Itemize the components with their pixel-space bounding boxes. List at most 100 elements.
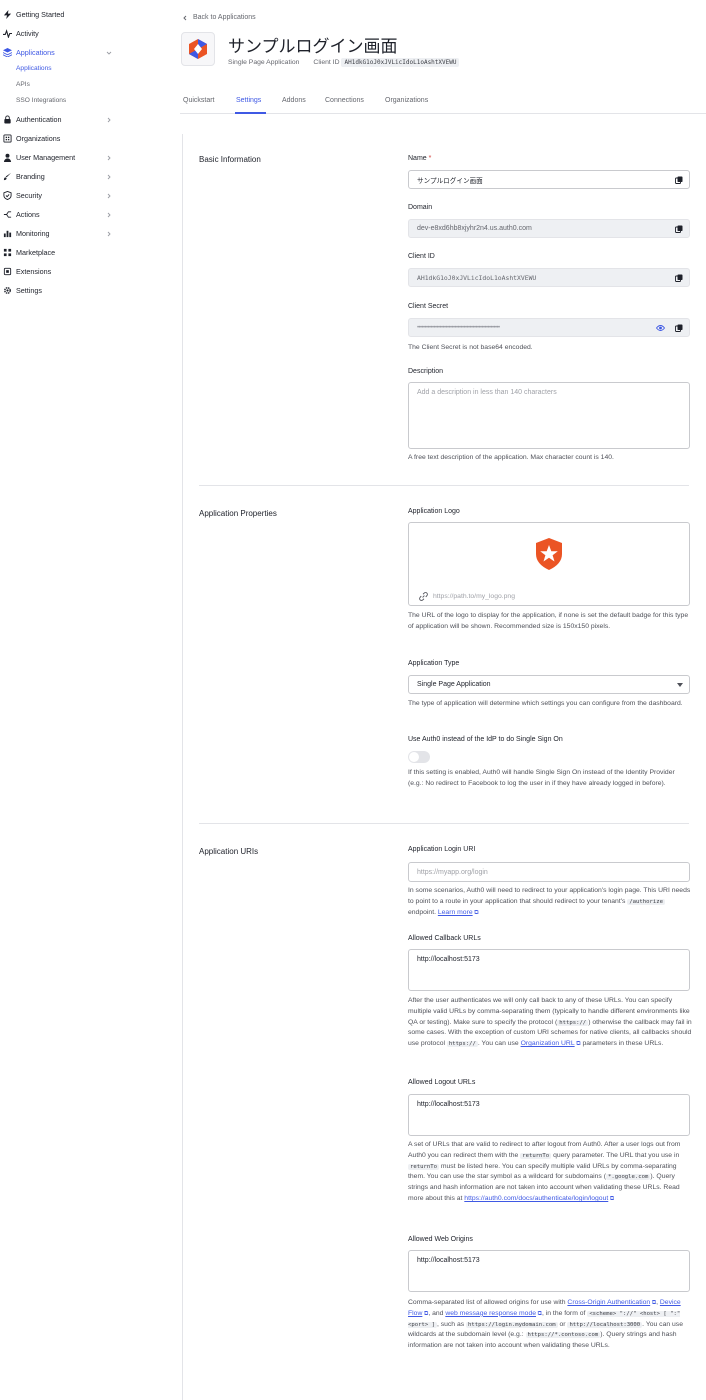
logout-urls-textarea[interactable]: http://localhost:5173 xyxy=(408,1094,690,1136)
client-id-field[interactable]: AH1dkG1oJ0xJVLicIdoL1oAshtXVEWU xyxy=(408,268,690,287)
app-type-logo xyxy=(181,32,215,66)
sidebar-item-marketplace[interactable]: Marketplace xyxy=(0,245,126,259)
chevron-right-icon xyxy=(106,173,112,182)
application-type-value: Single Page Application xyxy=(417,681,491,688)
sidebar-item-branding[interactable]: Branding xyxy=(0,169,126,183)
sidebar-item-label: Authentication xyxy=(16,114,62,124)
sidebar-item-activity[interactable]: Activity xyxy=(0,26,126,40)
lock-icon xyxy=(1,114,13,124)
client-id-label: Client ID xyxy=(313,59,340,66)
description-help: A free text description of the applicati… xyxy=(408,454,614,461)
copy-icon[interactable] xyxy=(675,176,683,186)
web-origins-textarea[interactable]: http://localhost:5173 xyxy=(408,1250,690,1292)
sidebar-item-settings[interactable]: Settings xyxy=(0,283,126,297)
tab-addons[interactable]: Addons xyxy=(282,97,306,104)
application-logo-help: The URL of the logo to display for the a… xyxy=(408,612,689,630)
sso-toggle[interactable] xyxy=(408,751,430,763)
application-type-label: Application Type xyxy=(408,660,460,667)
applications-icon xyxy=(1,47,13,57)
sso-label: Use Auth0 instead of the IdP to do Singl… xyxy=(408,736,563,743)
client-id-badge[interactable]: AH1dkG1oJ0xJVLicIdoL1oAshtXVEWU xyxy=(341,58,460,67)
sidebar-item-user-management[interactable]: User Management xyxy=(0,150,126,164)
sidebar-item-monitoring[interactable]: Monitoring xyxy=(0,226,126,240)
login-uri-label: Application Login URI xyxy=(408,846,476,853)
back-link[interactable]: Back to Applications xyxy=(182,14,256,21)
sidebar-item-label: Settings xyxy=(16,285,42,295)
domain-label: Domain xyxy=(408,204,433,211)
inline-code: returnTo xyxy=(408,1163,439,1170)
eye-icon[interactable] xyxy=(655,324,666,334)
bar-chart-icon xyxy=(1,229,13,238)
sidebar-item-label: Getting Started xyxy=(16,9,65,19)
section-divider xyxy=(199,485,689,486)
sidebar-item-applications[interactable]: Applications xyxy=(0,45,126,59)
sidebar-item-authentication[interactable]: Authentication xyxy=(0,112,126,126)
learn-more-link[interactable]: Learn more xyxy=(438,909,473,916)
inline-code: https:// xyxy=(557,1019,589,1026)
login-uri-help-text: endpoint. xyxy=(408,908,436,916)
description-placeholder: Add a description in less than 140 chara… xyxy=(417,389,557,396)
client-secret-label: Client Secret xyxy=(408,303,449,310)
sidebar-item-actions[interactable]: Actions xyxy=(0,207,126,221)
inline-code: returnTo xyxy=(520,1152,552,1159)
web-origins-value: http://localhost:5173 xyxy=(417,1257,480,1264)
sidebar-item-organizations[interactable]: Organizations xyxy=(0,131,126,145)
cross-origin-auth-link[interactable]: Cross-Origin Authentication xyxy=(567,1299,650,1306)
copy-icon[interactable] xyxy=(675,324,683,334)
name-field[interactable]: サンプルログイン画面 xyxy=(408,170,690,189)
tab-connections[interactable]: Connections xyxy=(325,97,364,104)
login-uri-help: In some scenarios, Auth0 will need to re… xyxy=(408,886,692,918)
logo-url-input[interactable]: https://path.to/my_logo.png xyxy=(419,592,515,601)
active-tab-indicator xyxy=(235,112,266,114)
sidebar-item-extensions[interactable]: Extensions xyxy=(0,264,126,278)
login-uri-input[interactable]: https://myapp.org/login xyxy=(408,862,690,882)
sidebar-item-getting-started[interactable]: Getting Started xyxy=(0,7,126,21)
sso-help: If this setting is enabled, Auth0 will h… xyxy=(408,769,675,787)
domain-field[interactable]: dev-e8xd6hb8xjyhr2n4.us.auth0.com xyxy=(408,219,690,238)
callback-help-text: parameters in these URLs. xyxy=(582,1040,664,1048)
web-message-mode-link[interactable]: web message response mode xyxy=(445,1310,536,1317)
description-label: Description xyxy=(408,368,444,375)
section-title-basic-information: Basic Information xyxy=(199,155,261,164)
logout-help-text: query parameter. The URL that you use in xyxy=(553,1151,680,1159)
copy-icon[interactable] xyxy=(675,274,683,284)
callback-help-text: . You can use xyxy=(477,1040,519,1048)
sidebar-subitem-sso-integrations[interactable]: SSO Integrations xyxy=(16,97,66,104)
description-textarea[interactable]: Add a description in less than 140 chara… xyxy=(408,382,690,449)
name-label: Name * xyxy=(408,155,431,162)
activity-icon xyxy=(1,28,13,38)
gear-icon xyxy=(1,286,13,295)
user-icon xyxy=(1,153,13,162)
domain-field-value: dev-e8xd6hb8xjyhr2n4.us.auth0.com xyxy=(417,225,532,232)
logout-urls-value: http://localhost:5173 xyxy=(417,1101,480,1108)
tab-settings[interactable]: Settings xyxy=(236,97,261,104)
inline-code: *.google.com xyxy=(605,1174,651,1181)
sidebar-item-label: Extensions xyxy=(16,266,52,276)
sidebar-item-label: Activity xyxy=(16,28,39,38)
sidebar-subitem-applications[interactable]: Applications xyxy=(16,65,52,72)
client-secret-field[interactable]: ••••••••••••••••••••••••••••••••••••••••… xyxy=(408,318,690,337)
logout-docs-link[interactable]: https://auth0.com/docs/authenticate/logi… xyxy=(464,1195,608,1202)
inline-code: http://localhost:3000 xyxy=(567,1321,643,1328)
external-link-icon: ⧉ xyxy=(608,1195,615,1202)
application-logo-field[interactable]: https://path.to/my_logo.png xyxy=(408,522,690,606)
origins-help-text: , such as xyxy=(436,1320,465,1328)
tab-quickstart[interactable]: Quickstart xyxy=(183,97,215,104)
application-type-select[interactable]: Single Page Application xyxy=(408,675,690,694)
inline-code: /authorize xyxy=(627,898,665,905)
sidebar-item-label: Applications xyxy=(16,47,55,57)
shield-icon xyxy=(1,190,13,200)
extensions-icon xyxy=(1,267,13,276)
callback-urls-textarea[interactable]: http://localhost:5173 xyxy=(408,949,690,991)
spa-logo-icon xyxy=(189,39,207,59)
organization-url-link[interactable]: Organization URL xyxy=(521,1040,575,1047)
client-secret-help: The Client Secret is not base64 encoded. xyxy=(408,344,533,351)
sidebar-subitem-apis[interactable]: APIs xyxy=(16,81,30,88)
auth0-logo-icon xyxy=(533,537,565,576)
sidebar-item-security[interactable]: Security xyxy=(0,188,126,202)
chevron-right-icon xyxy=(106,154,112,163)
copy-icon[interactable] xyxy=(675,225,683,235)
sidebar-item-label: User Management xyxy=(16,152,76,162)
chevron-down-icon[interactable] xyxy=(106,49,112,58)
tab-organizations[interactable]: Organizations xyxy=(385,97,428,104)
